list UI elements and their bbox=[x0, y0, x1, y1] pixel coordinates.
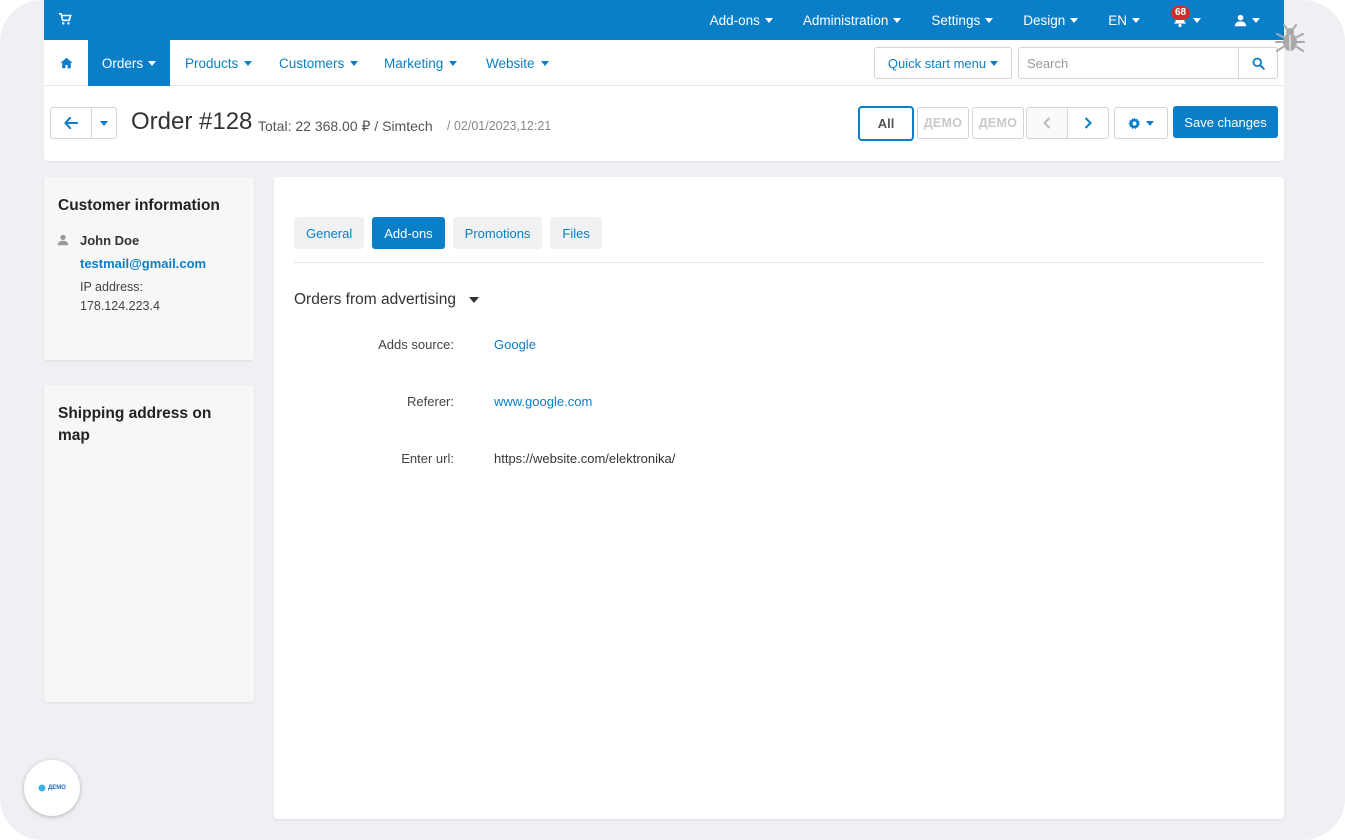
quick-start-menu[interactable]: Quick start menu bbox=[874, 47, 1012, 79]
section-title: Orders from advertising bbox=[294, 291, 456, 308]
chevron-down-icon bbox=[990, 60, 999, 66]
shipping-map-card: Shipping address on map bbox=[44, 385, 254, 702]
customer-info-card: Customer information John Doe testmail@g… bbox=[44, 177, 254, 360]
field-value-source-link[interactable]: Google bbox=[494, 337, 536, 352]
chevron-down-icon bbox=[1193, 17, 1201, 23]
next-order-button[interactable] bbox=[1067, 107, 1109, 139]
window-frame: Add-ons Administration Settings Design E… bbox=[0, 0, 1345, 840]
demo-label: ДЕМО bbox=[923, 116, 963, 130]
nav-customers[interactable]: Customers bbox=[279, 40, 359, 86]
customer-info-heading: Customer information bbox=[58, 197, 220, 214]
back-dropdown-button[interactable] bbox=[91, 107, 117, 139]
order-header: Order #128 Total: 22 368.00 ₽ / Simtech … bbox=[44, 86, 1284, 161]
chevron-down-icon bbox=[244, 60, 253, 66]
chevron-down-icon bbox=[985, 17, 994, 23]
menu-addons[interactable]: Add-ons bbox=[695, 0, 788, 40]
chevron-down-icon bbox=[1132, 17, 1140, 23]
field-label-url: Enter url: bbox=[401, 451, 454, 466]
menu-design[interactable]: Design bbox=[1008, 0, 1093, 40]
chevron-down-icon bbox=[1252, 17, 1260, 23]
menu-administration[interactable]: Administration bbox=[788, 0, 917, 40]
caret-down-icon bbox=[468, 297, 479, 303]
customer-email-link[interactable]: testmail@gmail.com bbox=[80, 256, 206, 271]
nav-products-label: Products bbox=[185, 55, 239, 71]
ip-value: 178.124.223.4 bbox=[80, 299, 160, 313]
chevron-down-icon bbox=[449, 60, 458, 66]
customer-name: John Doe bbox=[80, 233, 140, 248]
home-icon bbox=[59, 57, 73, 69]
search-icon bbox=[1252, 57, 1265, 70]
nav-marketing-label: Marketing bbox=[384, 55, 444, 71]
chevron-right-icon bbox=[1084, 117, 1092, 129]
nav-orders[interactable]: Orders bbox=[88, 40, 170, 86]
section-toggle[interactable]: Orders from advertising bbox=[294, 291, 479, 309]
chevron-down-icon bbox=[100, 120, 108, 126]
back-button[interactable] bbox=[50, 107, 92, 139]
top-bar: Add-ons Administration Settings Design E… bbox=[44, 0, 1284, 40]
nav-website-label: Website bbox=[486, 55, 535, 71]
demo-button-2[interactable]: ДЕМО bbox=[972, 107, 1024, 139]
tab-general[interactable]: General bbox=[294, 217, 365, 249]
menu-language[interactable]: EN bbox=[1093, 0, 1155, 40]
chevron-down-icon bbox=[540, 60, 549, 66]
settings-button[interactable] bbox=[1114, 107, 1168, 139]
demo-button-1[interactable]: ДЕМО bbox=[917, 107, 969, 139]
ip-label: IP address: bbox=[80, 280, 144, 294]
demo-widget[interactable]: ДЕМО bbox=[24, 760, 80, 816]
tab-files[interactable]: Files bbox=[550, 217, 602, 249]
order-details-panel: General Add-ons Promotions Files Orders … bbox=[274, 177, 1284, 819]
tabs-divider bbox=[294, 262, 1264, 263]
user-icon bbox=[1234, 14, 1247, 26]
tab-promotions[interactable]: Promotions bbox=[452, 217, 543, 249]
top-menu: Add-ons Administration Settings Design E… bbox=[695, 0, 1284, 40]
order-tabs: General Add-ons Promotions Files bbox=[294, 217, 602, 249]
menu-settings[interactable]: Settings bbox=[916, 0, 1008, 40]
demo-logo-label: ДЕМО bbox=[48, 785, 66, 791]
gear-icon bbox=[1128, 117, 1140, 129]
field-value-url: https://website.com/elektronika/ bbox=[494, 451, 676, 466]
nav-products[interactable]: Products bbox=[185, 40, 253, 86]
tab-addons[interactable]: Add-ons bbox=[372, 217, 445, 249]
quick-start-label: Quick start menu bbox=[887, 55, 987, 71]
admin-app: Add-ons Administration Settings Design E… bbox=[44, 0, 1284, 840]
save-changes-button[interactable]: Save changes bbox=[1173, 106, 1278, 138]
person-icon bbox=[57, 234, 69, 246]
home-button[interactable] bbox=[44, 40, 88, 86]
all-button[interactable]: All bbox=[858, 106, 914, 141]
order-total: Total: 22 368.00 ₽ / Simtech bbox=[258, 118, 433, 134]
shipping-map-heading: Shipping address on map bbox=[58, 405, 212, 444]
menu-settings-label: Settings bbox=[931, 12, 981, 28]
chevron-down-icon bbox=[148, 60, 157, 66]
field-value-referer-link[interactable]: www.google.com bbox=[494, 394, 592, 409]
main-nav: Orders Products Customers Marketing Webs… bbox=[44, 40, 1284, 86]
search-button[interactable] bbox=[1238, 47, 1278, 79]
nav-website[interactable]: Website bbox=[486, 40, 549, 86]
arrow-left-icon bbox=[64, 117, 78, 129]
menu-administration-label: Administration bbox=[802, 12, 889, 28]
search-input[interactable] bbox=[1018, 47, 1239, 79]
chevron-down-icon bbox=[1070, 17, 1079, 23]
field-label-referer: Referer: bbox=[407, 394, 454, 409]
customer-ip: IP address: 178.124.223.4 bbox=[80, 278, 160, 316]
chevron-down-icon bbox=[893, 17, 902, 23]
chevron-down-icon bbox=[764, 17, 773, 23]
nav-customers-label: Customers bbox=[279, 55, 345, 71]
page-title: Order #128 bbox=[131, 108, 253, 135]
cart-icon[interactable] bbox=[58, 12, 72, 26]
demo-label: ДЕМО bbox=[978, 116, 1018, 130]
bug-icon[interactable] bbox=[1274, 24, 1306, 56]
prev-order-button[interactable] bbox=[1026, 107, 1068, 139]
field-label-source: Adds source: bbox=[378, 337, 454, 352]
menu-language-label: EN bbox=[1108, 12, 1127, 28]
chevron-down-icon bbox=[350, 60, 359, 66]
notification-badge: 68 bbox=[1171, 6, 1191, 20]
menu-addons-label: Add-ons bbox=[709, 12, 760, 28]
nav-marketing[interactable]: Marketing bbox=[384, 40, 458, 86]
demo-logo-icon bbox=[38, 784, 46, 792]
chevron-left-icon bbox=[1043, 117, 1051, 129]
nav-orders-label: Orders bbox=[101, 55, 144, 71]
chevron-down-icon bbox=[1146, 120, 1154, 126]
menu-design-label: Design bbox=[1023, 12, 1066, 28]
order-date: / 02/01/2023,12:21 bbox=[447, 119, 552, 133]
